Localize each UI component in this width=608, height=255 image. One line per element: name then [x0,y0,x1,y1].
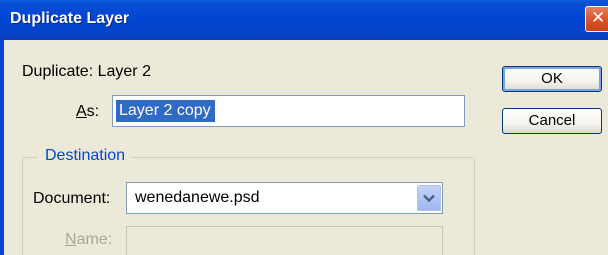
as-label-rest: s: [86,103,100,120]
document-label: Document: [33,190,111,207]
cancel-button[interactable]: Cancel [502,108,602,134]
as-label: As: [76,103,99,121]
destination-group-title: Destination [38,147,132,165]
as-name-selected-text: Layer 2 copy [116,100,215,122]
document-select[interactable]: wenedanewe.psd [126,182,443,214]
chevron-down-icon [423,194,435,203]
close-button[interactable]: ✕ [585,6,608,32]
dialog-title: Duplicate Layer [10,10,130,27]
ok-button[interactable]: OK [502,66,602,92]
name-label-rest: ame: [76,231,113,248]
duplicate-layer-dialog: Duplicate Layer ✕ Duplicate: Layer 2 As:… [0,0,608,255]
as-label-mnemonic: A [76,103,87,120]
title-bar[interactable]: Duplicate Layer ✕ [0,0,608,40]
close-icon: ✕ [591,8,606,28]
duplicate-prefix: Duplicate: [22,63,94,80]
as-name-input[interactable]: Layer 2 copy [112,95,465,127]
duplicate-source-label: Duplicate: Layer 2 [22,63,151,81]
name-label-mnemonic: N [65,231,77,248]
document-select-value: wenedanewe.psd [135,189,260,206]
window-border [0,40,4,255]
name-label: Name: [65,231,112,249]
document-dropdown-button[interactable] [417,185,441,211]
source-layer-name: Layer 2 [97,63,151,80]
name-input-disabled [126,226,443,255]
